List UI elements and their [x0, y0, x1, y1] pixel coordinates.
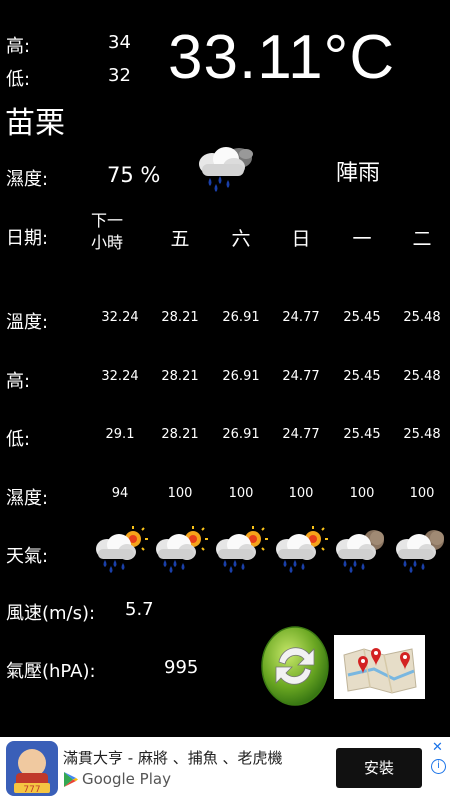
ad-app-icon[interactable]: 777	[6, 741, 58, 796]
day-tue: 二	[412, 228, 432, 250]
google-play-icon	[64, 772, 78, 791]
ad-store-name: Google Play	[82, 770, 171, 788]
today-low-label: 低:	[6, 69, 31, 90]
sun-rain-cloud-icon	[273, 525, 329, 579]
day-sun: 日	[291, 228, 311, 250]
city-name[interactable]: 苗栗	[5, 98, 65, 142]
svg-text:777: 777	[23, 785, 40, 795]
night-rain-cloud-icon	[393, 525, 449, 579]
refresh-icon[interactable]	[261, 626, 329, 710]
humidity-cell: 100	[409, 486, 435, 501]
row-temp-label: 溫度:	[6, 312, 49, 333]
high-cell: 32.24	[101, 369, 139, 384]
temp-cell: 25.48	[403, 310, 441, 325]
row-humidity-label: 濕度:	[6, 488, 49, 509]
day-next-hour: 下一 小時	[90, 211, 123, 252]
high-cell: 24.77	[282, 369, 320, 384]
rain-cloud-icon	[194, 140, 260, 198]
current-condition: 陣雨	[336, 161, 381, 186]
ad-banner[interactable]: 777 滿貫大亨 - 麻將 、捕魚 、老虎機 Google Play 安裝 ✕ …	[0, 737, 450, 800]
humidity-cell: 100	[288, 486, 314, 501]
temp-cell: 32.24	[101, 310, 139, 325]
day-fri: 五	[170, 228, 190, 250]
today-low-value: 32	[108, 65, 131, 86]
today-high-label: 高:	[6, 36, 31, 57]
high-cell: 28.21	[161, 369, 199, 384]
temp-cell: 26.91	[222, 310, 260, 325]
ad-close-icon[interactable]: ✕	[432, 740, 443, 755]
ad-install-button[interactable]: 安裝	[336, 748, 422, 788]
ad-title[interactable]: 滿貫大亨 - 麻將 、捕魚 、老虎機	[63, 747, 283, 768]
pressure-label: 氣壓(hPA):	[6, 661, 96, 682]
humidity-value: 75 %	[107, 163, 161, 187]
row-low-label: 低:	[6, 429, 31, 450]
day-mon: 一	[352, 228, 372, 250]
temp-cell: 28.21	[161, 310, 199, 325]
sun-rain-cloud-icon	[153, 525, 209, 579]
sun-rain-cloud-icon	[93, 525, 149, 579]
temp-cell: 24.77	[282, 310, 320, 325]
day-sat: 六	[231, 228, 251, 250]
ad-info-icon[interactable]: i	[431, 759, 446, 774]
high-cell: 26.91	[222, 369, 260, 384]
humidity-cell: 100	[167, 486, 193, 501]
temp-cell: 25.45	[343, 310, 381, 325]
humidity-label: 濕度:	[6, 169, 49, 190]
row-high-label: 高:	[6, 371, 31, 392]
low-cell: 29.1	[105, 427, 135, 442]
date-label: 日期:	[6, 228, 49, 249]
today-high-value: 34	[108, 32, 131, 53]
low-cell: 25.48	[403, 427, 441, 442]
humidity-cell: 94	[111, 486, 129, 501]
humidity-cell: 100	[228, 486, 254, 501]
high-cell: 25.45	[343, 369, 381, 384]
low-cell: 24.77	[282, 427, 320, 442]
wind-value: 5.7	[125, 599, 154, 620]
sun-rain-cloud-icon	[213, 525, 269, 579]
wind-label: 風速(m/s):	[6, 603, 96, 624]
pressure-value: 995	[164, 657, 199, 678]
low-cell: 28.21	[161, 427, 199, 442]
map-icon[interactable]	[334, 635, 425, 703]
low-cell: 26.91	[222, 427, 260, 442]
night-rain-cloud-icon	[333, 525, 389, 579]
humidity-cell: 100	[349, 486, 375, 501]
current-temperature: 33.11°C	[168, 23, 396, 92]
row-weather-label: 天氣:	[6, 546, 49, 567]
low-cell: 25.45	[343, 427, 381, 442]
high-cell: 25.48	[403, 369, 441, 384]
